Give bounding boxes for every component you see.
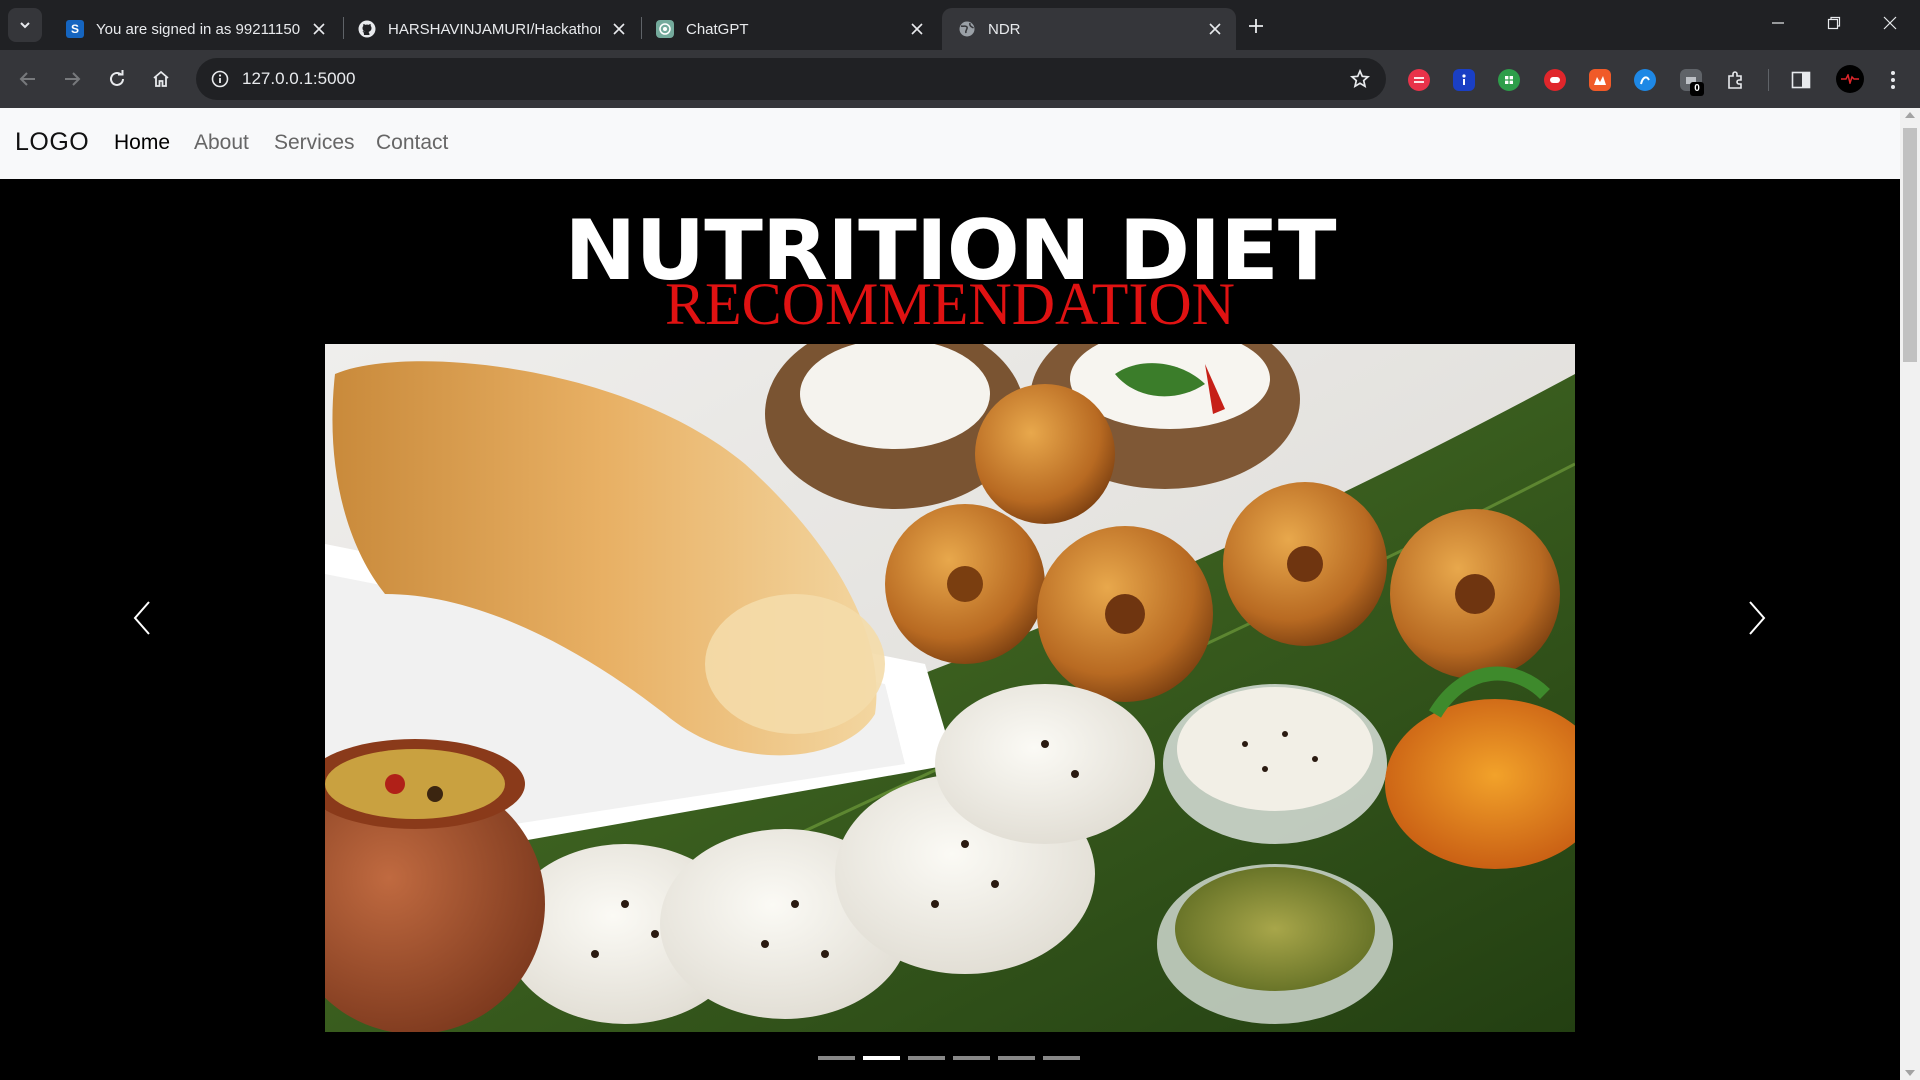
arrow-left-icon [19,72,35,86]
new-tab-button[interactable] [1240,10,1272,42]
carousel-indicator[interactable] [908,1056,945,1060]
close-icon[interactable] [308,18,330,40]
hero-subtitle: RECOMMENDATION [665,271,1235,337]
home-icon [153,70,169,87]
carousel-indicator[interactable] [818,1056,855,1060]
tab-ndr[interactable]: NDR [942,8,1236,50]
home-button[interactable] [143,61,179,97]
scrollbar-thumb[interactable] [1903,128,1917,362]
browser-tab-bar: S You are signed in as 99211150 HARSHAVI… [0,0,1920,50]
reload-button[interactable] [99,61,135,97]
github-icon [358,20,376,38]
tab-chatgpt[interactable]: ChatGPT [640,8,938,50]
carousel-indicator[interactable] [863,1056,900,1060]
extension-icon-6[interactable] [1634,69,1656,91]
extension-icon-3[interactable] [1498,69,1520,91]
carousel-indicator[interactable] [953,1056,990,1060]
address-bar[interactable]: 127.0.0.1:5000 [196,58,1386,100]
extension-icon-5[interactable] [1589,69,1611,91]
minimize-icon [1772,22,1784,24]
tab-github[interactable]: HARSHAVINJAMURI/Hackathon [342,8,640,50]
tab-title: You are signed in as 99211150 [96,20,300,38]
forward-button[interactable] [54,61,90,97]
avatar[interactable] [1836,65,1864,93]
plus-icon [1249,19,1263,33]
page-scrollbar[interactable] [1900,108,1920,1080]
browser-menu-icon[interactable] [1882,69,1904,91]
url-text: 127.0.0.1:5000 [242,69,356,88]
chevron-down-icon [20,22,30,29]
carousel-indicator[interactable] [1043,1056,1080,1060]
arrow-right-icon [65,72,81,86]
globe-icon [958,20,976,38]
minimize-button[interactable] [1750,0,1806,46]
tab-signin[interactable]: S You are signed in as 99211150 [50,8,340,50]
extension-icon-4[interactable] [1544,69,1566,91]
extension-badge: 0 [1690,82,1704,96]
nav-link-home[interactable]: Home [114,131,170,155]
reload-icon [110,70,124,86]
side-panel-icon[interactable] [1790,69,1812,91]
tab-title: NDR [988,20,1021,38]
carousel-next-button[interactable] [1732,588,1782,648]
site-info-icon[interactable] [204,63,236,95]
extensions-puzzle-icon[interactable] [1724,69,1746,91]
carousel-indicators [818,1056,1080,1066]
tab-title: ChatGPT [686,20,749,38]
carousel-indicator[interactable] [998,1056,1035,1060]
chatgpt-icon [656,20,674,38]
site-logo[interactable]: LOGO [15,128,89,157]
browser-toolbar: 127.0.0.1:5000 0 [0,50,1920,108]
chevron-left-icon [133,601,150,635]
close-window-button[interactable] [1862,0,1918,46]
scroll-up-icon[interactable] [1905,112,1915,118]
extension-icon-2[interactable] [1453,69,1475,91]
close-icon[interactable] [608,18,630,40]
close-icon[interactable] [1204,18,1226,40]
close-icon [1883,16,1897,30]
s-favicon-icon: S [66,20,84,38]
nav-link-contact[interactable]: Contact [376,131,448,155]
restore-button[interactable] [1806,0,1862,46]
extension-icon-1[interactable] [1408,69,1430,91]
nav-link-services[interactable]: Services [274,131,355,155]
bookmark-star-icon[interactable] [1344,63,1376,95]
scroll-down-icon[interactable] [1905,1070,1915,1076]
site-navbar: LOGO Home About Services Contact [0,108,1900,179]
chevron-right-icon [1749,601,1766,635]
restore-icon [1827,16,1841,30]
close-icon[interactable] [906,18,928,40]
carousel-image [325,344,1575,1032]
tab-title: HARSHAVINJAMURI/Hackathon [388,20,600,38]
carousel-prev-button[interactable] [117,588,167,648]
page-viewport: LOGO Home About Services Contact NUTRITI… [0,108,1920,1080]
nav-link-about[interactable]: About [194,131,249,155]
tab-search-button[interactable] [8,8,42,42]
food-photo [325,344,1575,1032]
back-button[interactable] [10,61,46,97]
